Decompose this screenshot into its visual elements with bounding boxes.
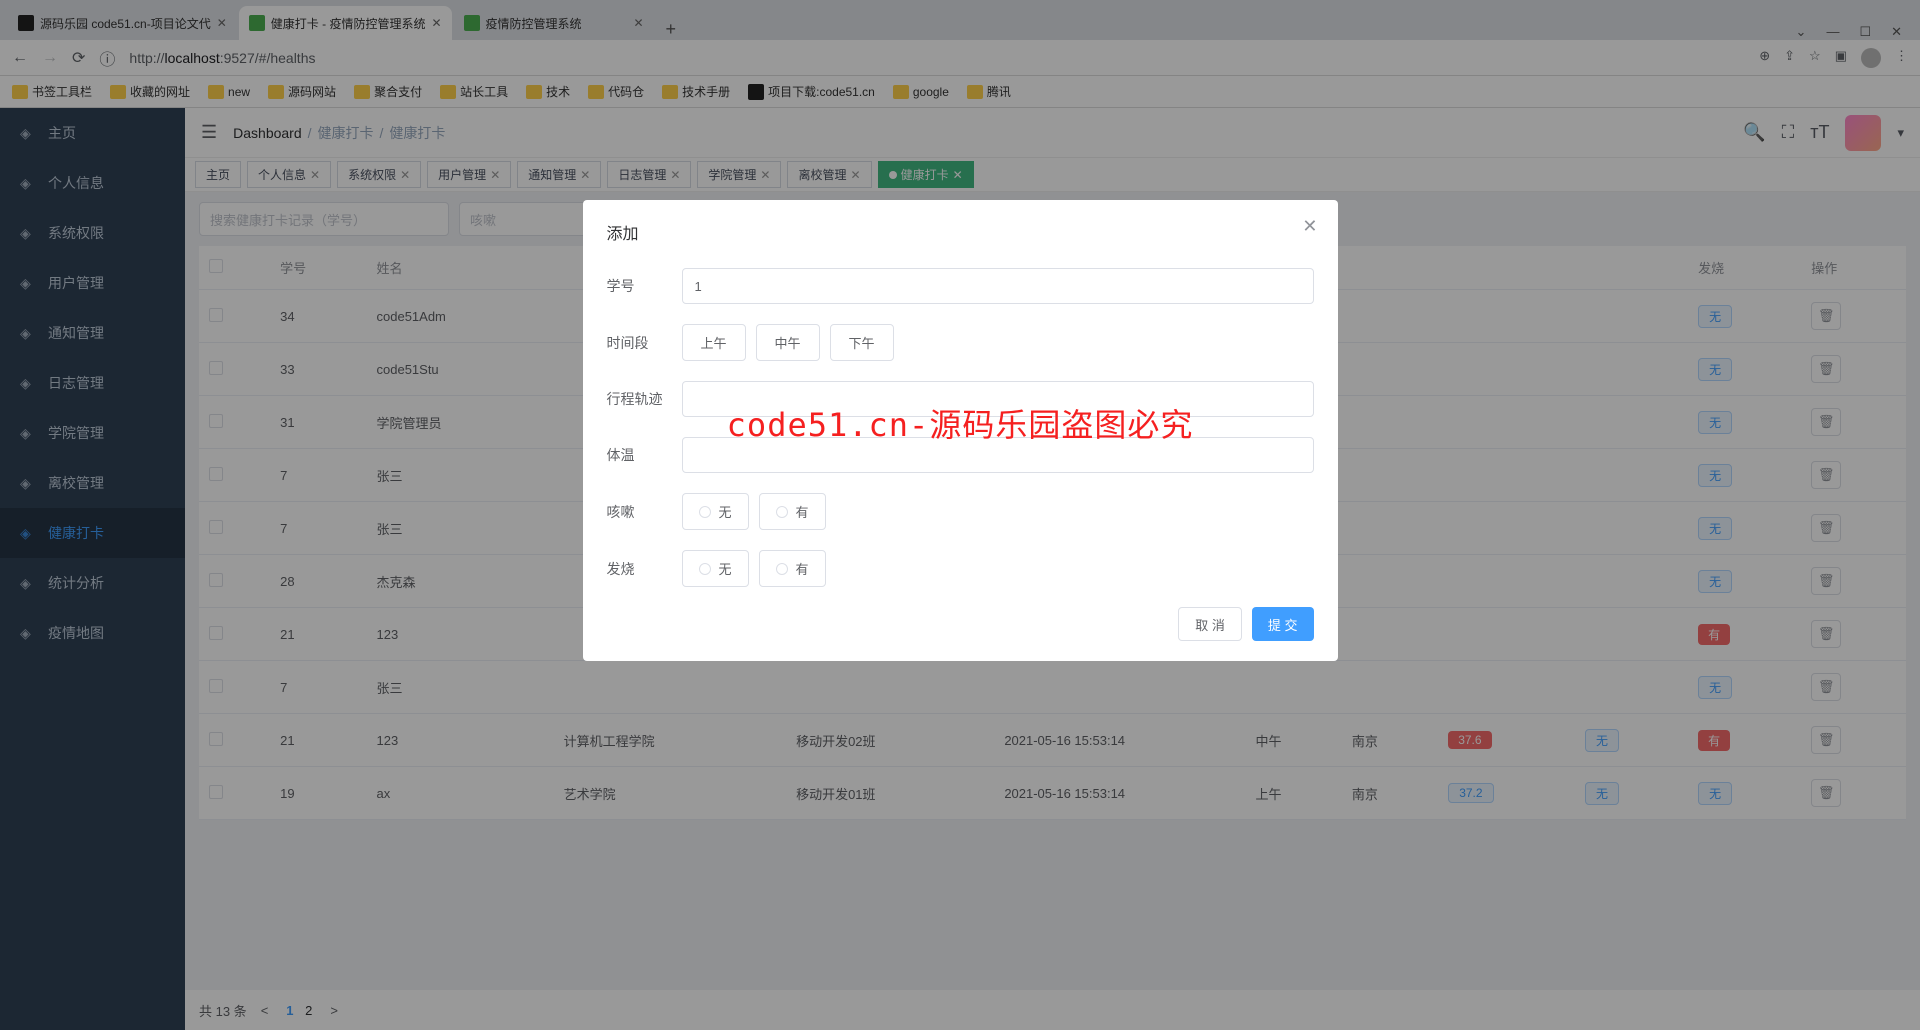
radio-icon [776, 563, 788, 575]
radio-icon [699, 506, 711, 518]
cough-label: 咳嗽 [607, 502, 682, 522]
close-icon[interactable]: ✕ [1302, 216, 1317, 237]
track-label: 行程轨迹 [607, 389, 682, 409]
radio-icon [699, 563, 711, 575]
fever-option[interactable]: 无 [682, 550, 749, 587]
fever-option[interactable]: 有 [759, 550, 826, 587]
add-modal: 添加 ✕ 学号 时间段 上午中午下午 行程轨迹 体温 咳嗽 无有 发烧 无有 取… [583, 200, 1338, 661]
cough-option[interactable]: 无 [682, 493, 749, 530]
student-id-input[interactable] [682, 268, 1314, 304]
modal-overlay[interactable]: 添加 ✕ 学号 时间段 上午中午下午 行程轨迹 体温 咳嗽 无有 发烧 无有 取… [0, 0, 1920, 1030]
student-id-label: 学号 [607, 276, 682, 296]
cancel-button[interactable]: 取 消 [1178, 607, 1242, 641]
cough-option[interactable]: 有 [759, 493, 826, 530]
period-label: 时间段 [607, 333, 682, 353]
submit-button[interactable]: 提 交 [1252, 607, 1314, 641]
fever-label: 发烧 [607, 559, 682, 579]
period-option[interactable]: 下午 [830, 324, 894, 361]
temp-label: 体温 [607, 445, 682, 465]
radio-icon [776, 506, 788, 518]
track-input[interactable] [682, 381, 1314, 417]
period-option[interactable]: 上午 [682, 324, 746, 361]
temp-input[interactable] [682, 437, 1314, 473]
modal-title: 添加 [607, 220, 1314, 244]
period-option[interactable]: 中午 [756, 324, 820, 361]
